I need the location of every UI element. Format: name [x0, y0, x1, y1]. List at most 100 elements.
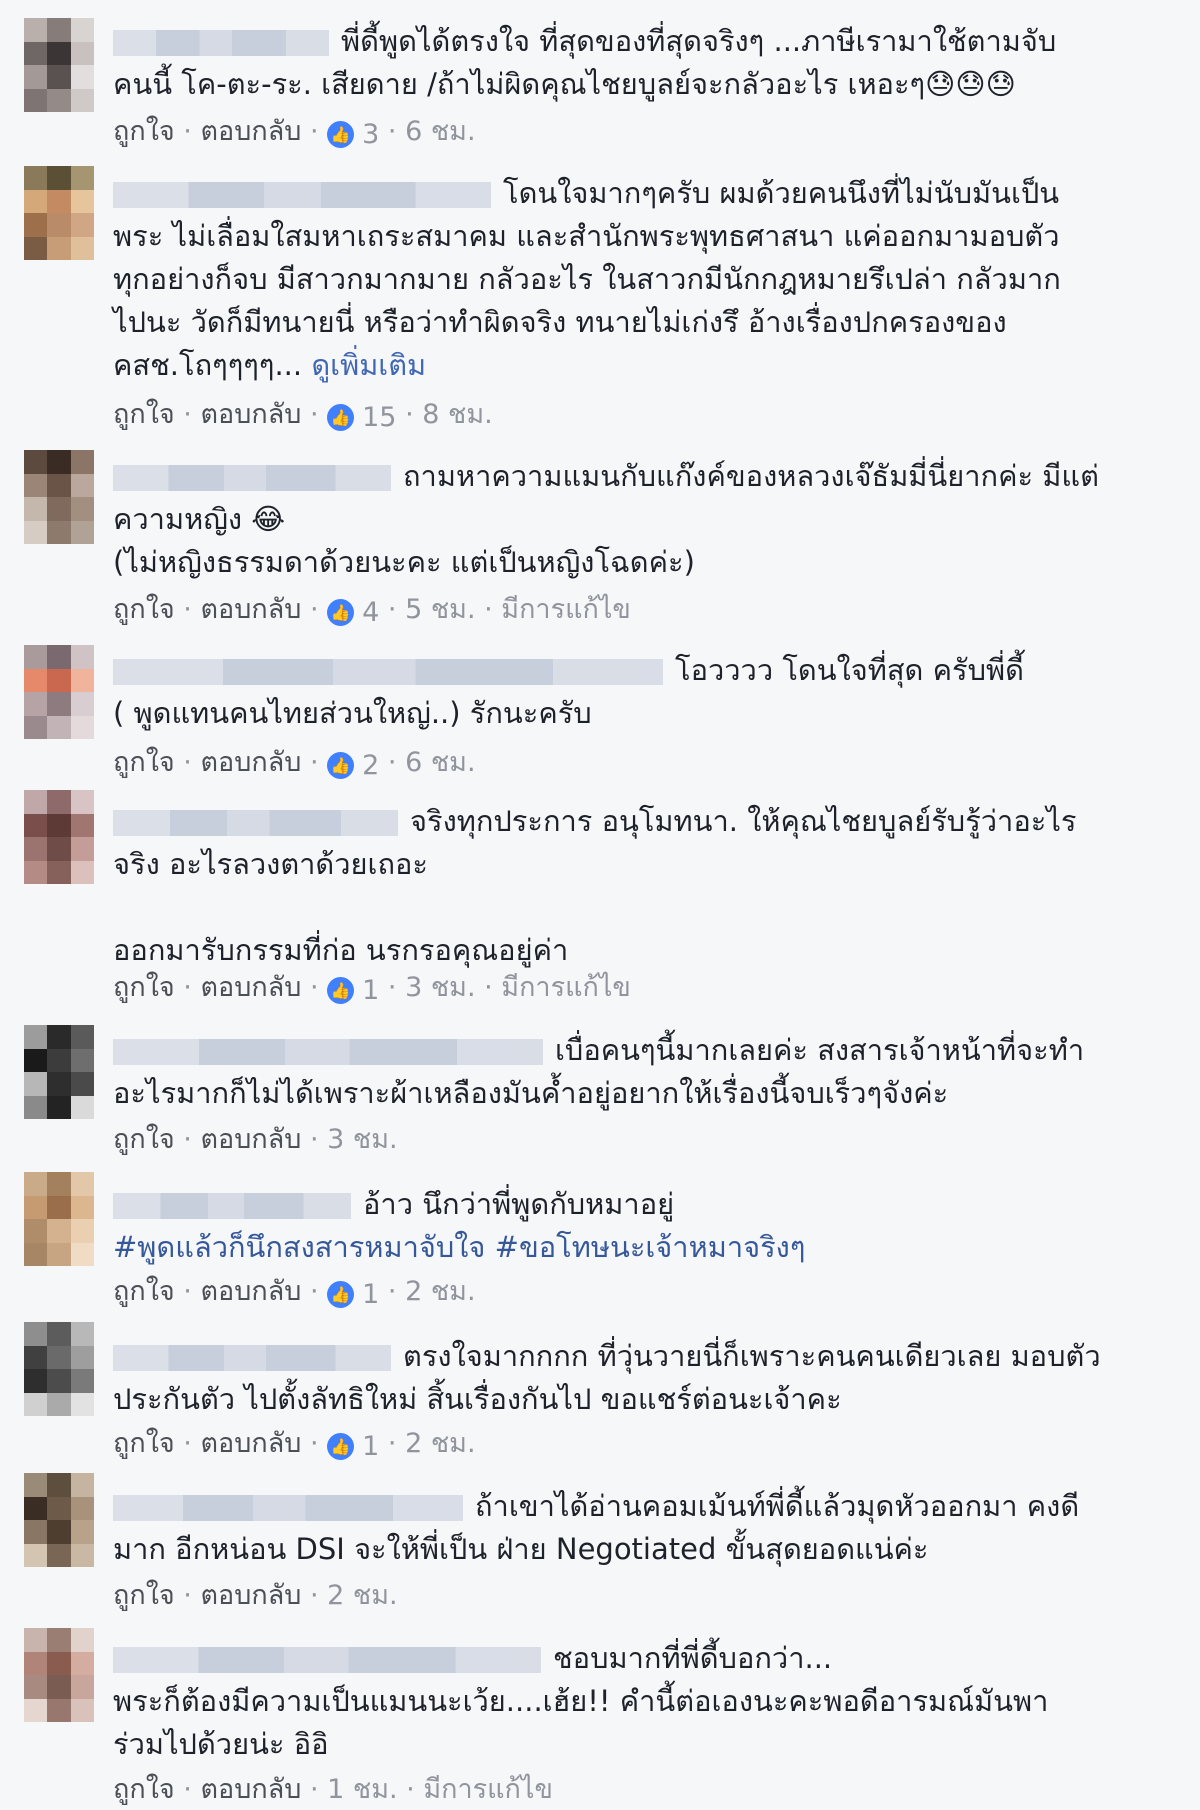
- timestamp[interactable]: 6 ชม.: [405, 116, 475, 147]
- reply-link[interactable]: ตอบกลับ: [200, 1428, 301, 1459]
- separator: ·: [174, 1580, 201, 1611]
- comment-body: ชอบมากที่พี่ดี้บอกว่า... พระก็ต้องมีความ…: [113, 1637, 1153, 1766]
- like-count[interactable]: 👍 1: [327, 1275, 379, 1315]
- commenter-name-blurred[interactable]: [113, 1039, 543, 1065]
- timestamp[interactable]: 3 ชม.: [327, 1124, 397, 1155]
- comment-actions: ถูกใจ · ตอบกลับ · 1 ชม. · มีการแก้ไข: [113, 1770, 553, 1810]
- comment-text: อ้าว นึกว่าพี่พูดกับหมาอยู่: [363, 1187, 675, 1221]
- hashtags[interactable]: #พูดแล้วก็นึกสงสารหมาจับใจ #ขอโทษนะเจ้าห…: [113, 1230, 805, 1264]
- like-link[interactable]: ถูกใจ: [113, 747, 175, 778]
- commenter-name-blurred[interactable]: [113, 182, 491, 208]
- commenter-name-blurred[interactable]: [113, 1495, 463, 1521]
- thumbs-up-icon: 👍: [327, 121, 355, 148]
- comment-actions: ถูกใจ · ตอบกลับ · 👍 2 · 6 ชม.: [113, 743, 476, 786]
- separator: ·: [174, 1428, 201, 1459]
- timestamp[interactable]: 2 ชม.: [327, 1580, 397, 1611]
- comment-body: เบื่อคนๆนี้มากเลยค่ะ สงสารเจ้าหน้าที่จะท…: [113, 1029, 1153, 1115]
- timestamp[interactable]: 8 ชม.: [422, 399, 492, 430]
- commenter-name-blurred[interactable]: [113, 1647, 541, 1673]
- reply-link[interactable]: ตอบกลับ: [200, 399, 301, 430]
- separator: ·: [301, 972, 328, 1003]
- comment-body: จริงทุกประการ อนุโมทนา. ให้คุณไชยบูลย์รั…: [113, 800, 1153, 972]
- avatar[interactable]: [24, 1628, 94, 1722]
- thumbs-up-icon: 👍: [327, 404, 355, 431]
- like-count[interactable]: 👍 2: [327, 746, 379, 786]
- comment-actions: ถูกใจ · ตอบกลับ · 3 ชม.: [113, 1120, 398, 1160]
- commenter-name-blurred[interactable]: [113, 659, 663, 685]
- separator: ·: [379, 972, 406, 1003]
- avatar[interactable]: [24, 1322, 94, 1416]
- like-link[interactable]: ถูกใจ: [113, 1124, 175, 1155]
- reply-link[interactable]: ตอบกลับ: [200, 1580, 301, 1611]
- reply-link[interactable]: ตอบกลับ: [200, 972, 301, 1003]
- thumbs-up-icon: 👍: [327, 752, 355, 779]
- comment-actions: ถูกใจ · ตอบกลับ · 👍 3 · 6 ชม.: [113, 112, 476, 155]
- timestamp[interactable]: 3 ชม.: [405, 972, 475, 1003]
- separator: ·: [397, 1774, 424, 1805]
- timestamp[interactable]: 2 ชม.: [405, 1276, 475, 1307]
- see-more-link[interactable]: ดูเพิ่มเติม: [311, 348, 426, 382]
- comment-actions: ถูกใจ · ตอบกลับ · 👍 1 · 2 ชม.: [113, 1272, 476, 1315]
- separator: ·: [174, 1276, 201, 1307]
- separator: ·: [301, 747, 328, 778]
- comment-body: ตรงใจมากกกก ที่วุ่นวายนี่ก็เพราะคนคนเดีย…: [113, 1335, 1153, 1421]
- reply-link[interactable]: ตอบกลับ: [200, 116, 301, 147]
- like-count[interactable]: 👍 1: [327, 1427, 379, 1467]
- separator: ·: [174, 1774, 201, 1805]
- thumbs-up-icon: 👍: [327, 1433, 355, 1460]
- like-count-value: 2: [362, 749, 380, 781]
- like-link[interactable]: ถูกใจ: [113, 399, 175, 430]
- avatar[interactable]: [24, 1025, 94, 1119]
- like-link[interactable]: ถูกใจ: [113, 1276, 175, 1307]
- like-count[interactable]: 👍 4: [327, 593, 379, 633]
- like-count[interactable]: 👍 15: [327, 398, 396, 438]
- comment-actions: ถูกใจ · ตอบกลับ · 👍 4 · 5 ชม. · มีการแก้ไ…: [113, 590, 631, 633]
- avatar[interactable]: [24, 166, 94, 260]
- comment-actions: ถูกใจ · ตอบกลับ · 👍 1 · 3 ชม. · มีการแก้ไ…: [113, 968, 631, 1011]
- reply-link[interactable]: ตอบกลับ: [200, 747, 301, 778]
- avatar[interactable]: [24, 645, 94, 739]
- edited-label[interactable]: มีการแก้ไข: [423, 1774, 553, 1805]
- comment-feed: พี่ดี้พูดได้ตรงใจ ที่สุดของที่สุดจริงๆ .…: [0, 0, 1200, 1805]
- like-link[interactable]: ถูกใจ: [113, 1580, 175, 1611]
- commenter-name-blurred[interactable]: [113, 30, 329, 56]
- reply-link[interactable]: ตอบกลับ: [200, 1124, 301, 1155]
- separator: ·: [475, 594, 502, 625]
- timestamp[interactable]: 2 ชม.: [405, 1428, 475, 1459]
- commenter-name-blurred[interactable]: [113, 1193, 351, 1219]
- separator: ·: [301, 1428, 328, 1459]
- separator: ·: [301, 399, 328, 430]
- separator: ·: [396, 399, 423, 430]
- separator: ·: [379, 594, 406, 625]
- reply-link[interactable]: ตอบกลับ: [200, 1276, 301, 1307]
- timestamp[interactable]: 1 ชม.: [327, 1774, 397, 1805]
- timestamp[interactable]: 6 ชม.: [405, 747, 475, 778]
- reply-link[interactable]: ตอบกลับ: [200, 1774, 301, 1805]
- edited-label[interactable]: มีการแก้ไข: [501, 972, 631, 1003]
- separator: ·: [379, 1428, 406, 1459]
- timestamp[interactable]: 5 ชม.: [405, 594, 475, 625]
- like-link[interactable]: ถูกใจ: [113, 972, 175, 1003]
- commenter-name-blurred[interactable]: [113, 465, 391, 491]
- avatar[interactable]: [24, 18, 94, 112]
- separator: ·: [174, 972, 201, 1003]
- comment-body: อ้าว นึกว่าพี่พูดกับหมาอยู่ #พูดแล้วก็นึ…: [113, 1183, 1153, 1269]
- like-link[interactable]: ถูกใจ: [113, 1774, 175, 1805]
- like-link[interactable]: ถูกใจ: [113, 1428, 175, 1459]
- like-count[interactable]: 👍 1: [327, 971, 379, 1011]
- avatar[interactable]: [24, 790, 94, 884]
- like-count-value: 3: [362, 118, 380, 150]
- edited-label[interactable]: มีการแก้ไข: [501, 594, 631, 625]
- like-link[interactable]: ถูกใจ: [113, 594, 175, 625]
- commenter-name-blurred[interactable]: [113, 1345, 391, 1371]
- like-count-value: 1: [362, 1430, 380, 1462]
- comment-body: ถามหาความแมนกับแก๊งค์ของหลวงเจ๊ธัมมี่นี่…: [113, 455, 1153, 584]
- like-link[interactable]: ถูกใจ: [113, 116, 175, 147]
- avatar[interactable]: [24, 1172, 94, 1266]
- comment-actions: ถูกใจ · ตอบกลับ · 2 ชม.: [113, 1576, 398, 1616]
- like-count[interactable]: 👍 3: [327, 115, 379, 155]
- reply-link[interactable]: ตอบกลับ: [200, 594, 301, 625]
- avatar[interactable]: [24, 1473, 94, 1567]
- avatar[interactable]: [24, 450, 94, 544]
- commenter-name-blurred[interactable]: [113, 810, 398, 836]
